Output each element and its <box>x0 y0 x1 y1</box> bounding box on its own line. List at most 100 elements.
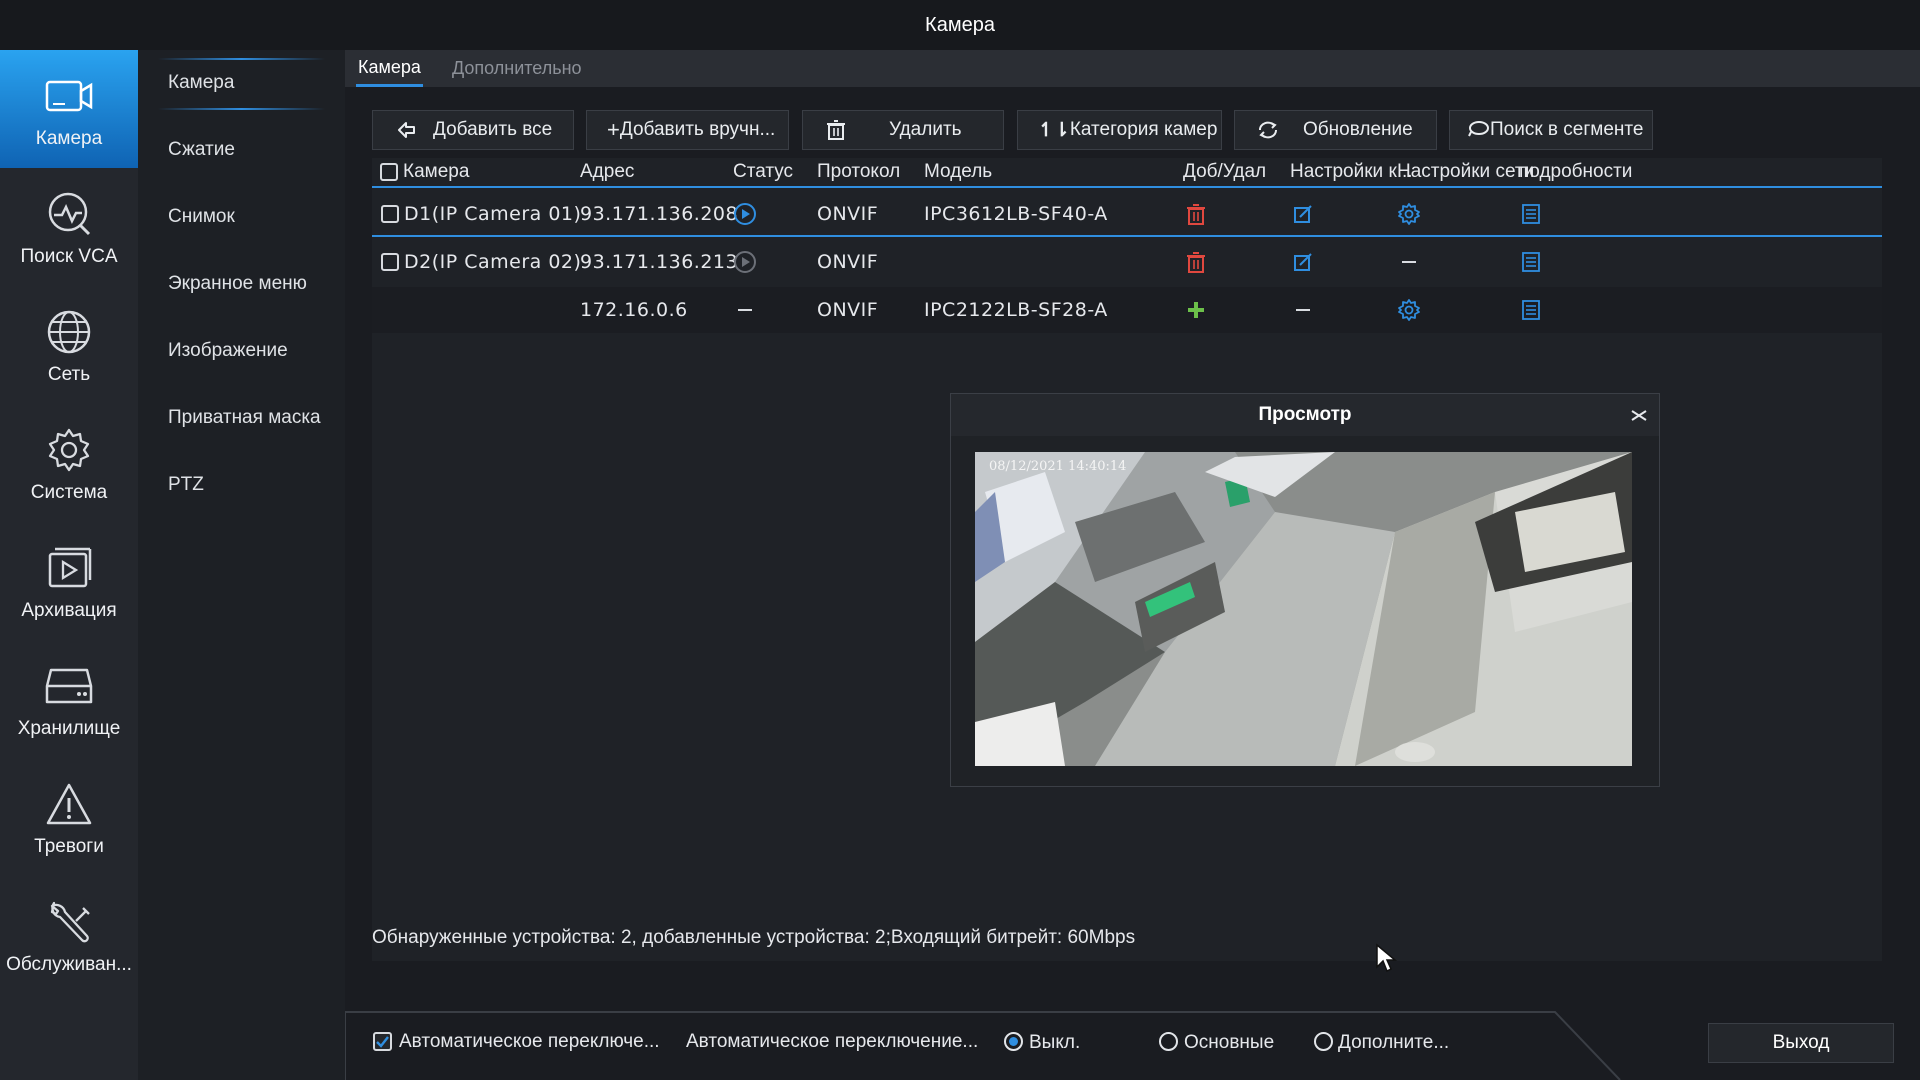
exit-button[interactable]: Выход <box>1708 1023 1894 1063</box>
add-manual-label: Добавить вручн... <box>619 119 776 140</box>
trash-icon <box>823 119 849 141</box>
tab-advanced[interactable]: Дополнительно <box>452 50 582 87</box>
nav-item-camera[interactable]: Камера <box>0 50 138 168</box>
nav-label: Сеть <box>47 364 91 385</box>
add-all-button[interactable]: Добавить все <box>372 110 574 150</box>
edit-icon[interactable] <box>1291 202 1315 226</box>
details-list-icon[interactable] <box>1519 298 1543 322</box>
checkmark-icon <box>376 1036 389 1048</box>
col-camera-settings[interactable]: Настройки к... <box>1290 161 1413 183</box>
empty-network-dash <box>1402 261 1416 263</box>
table-row[interactable]: D2(IP Camera 02) 93.171.136.213 ONVIF <box>372 239 1882 285</box>
add-all-icon <box>393 119 419 141</box>
details-list-icon[interactable] <box>1519 250 1543 274</box>
nav-item-maintenance[interactable]: Обслуживан... <box>0 876 138 994</box>
radio-off[interactable] <box>1004 1032 1023 1051</box>
col-details[interactable]: подробности <box>1519 161 1632 183</box>
search-icon <box>1468 120 1490 140</box>
table-header: Камера Адрес Статус Протокол Модель Доб/… <box>372 158 1882 188</box>
main-content: Камера Дополнительно Добавить все + Доба… <box>345 50 1920 1080</box>
cell-camera: D1(IP Camera 01) <box>404 203 582 225</box>
subnav-item-ptz[interactable]: PTZ <box>138 452 345 518</box>
add-device-plus-icon[interactable] <box>1184 298 1208 322</box>
play-status-offline-icon[interactable] <box>733 250 757 274</box>
nav-item-system[interactable]: Система <box>0 404 138 522</box>
auto-switch-checkbox[interactable] <box>373 1032 392 1051</box>
mouse-cursor-icon <box>1376 943 1397 973</box>
col-camera[interactable]: Камера <box>403 161 469 183</box>
gear-icon <box>43 426 95 474</box>
col-network-settings[interactable]: Настройки сети <box>1397 161 1534 183</box>
col-status[interactable]: Статус <box>733 161 793 183</box>
osd-timestamp: 08/12/2021 14:40:14 <box>989 459 1127 474</box>
radio-main[interactable] <box>1159 1032 1178 1051</box>
camera-category-button[interactable]: ↿⇂ Категория камер <box>1017 110 1222 150</box>
nav-item-alarms[interactable]: Тревоги <box>0 758 138 876</box>
radio-extra[interactable] <box>1314 1032 1333 1051</box>
window-title: Камера <box>0 0 1920 50</box>
sub-nav: Камера Сжатие Снимок Экранное меню Изобр… <box>138 50 345 1080</box>
delete-row-icon[interactable] <box>1184 202 1208 226</box>
nav-label: Камера <box>35 128 103 149</box>
refresh-label: Обновление <box>1303 119 1413 140</box>
cell-model: IPC3612LB-SF40-A <box>924 203 1108 225</box>
delete-button[interactable]: Удалить <box>802 110 1004 150</box>
subnav-item-osd[interactable]: Экранное меню <box>138 251 345 317</box>
cell-address: 172.16.0.6 <box>580 299 688 321</box>
subnav-item-compression[interactable]: Сжатие <box>138 117 345 183</box>
edit-icon[interactable] <box>1291 250 1315 274</box>
nav-item-storage[interactable]: Хранилище <box>0 640 138 758</box>
auto-switch-label: Автоматическое переключение... <box>686 1031 979 1052</box>
cell-protocol: ONVIF <box>817 203 879 225</box>
radio-main-label: Основные <box>1184 1032 1275 1053</box>
empty-status-dash <box>738 309 752 311</box>
col-add-delete[interactable]: Доб/Удал <box>1183 161 1266 183</box>
empty-camera-settings-dash <box>1296 309 1310 311</box>
network-gear-icon[interactable] <box>1397 202 1421 226</box>
select-all-checkbox[interactable] <box>380 163 398 181</box>
close-icon[interactable] <box>1629 405 1649 425</box>
col-model[interactable]: Модель <box>924 161 992 183</box>
device-status-text: Обнаруженные устройства: 2, добавленные … <box>372 927 1136 948</box>
col-address[interactable]: Адрес <box>580 161 634 183</box>
camera-category-label: Категория камер <box>1069 119 1218 140</box>
nav-item-archive[interactable]: Архивация <box>0 522 138 640</box>
add-manual-button[interactable]: + Добавить вручн... <box>586 110 789 150</box>
radio-off-label: Выкл. <box>1029 1032 1081 1053</box>
preview-scene <box>975 452 1632 766</box>
subnav-item-privacy-mask[interactable]: Приватная маска <box>138 385 345 451</box>
row-checkbox[interactable] <box>381 205 399 223</box>
search-segment-button[interactable]: Поиск в сегменте <box>1449 110 1653 150</box>
col-protocol[interactable]: Протокол <box>817 161 900 183</box>
cell-protocol: ONVIF <box>817 299 879 321</box>
subnav-item-image[interactable]: Изображение <box>138 318 345 384</box>
storage-icon <box>43 662 95 710</box>
globe-icon <box>43 308 95 356</box>
add-all-label: Добавить все <box>433 119 553 140</box>
refresh-button[interactable]: Обновление <box>1234 110 1437 150</box>
nav-label: Хранилище <box>17 718 121 739</box>
playback-icon <box>43 544 95 592</box>
row-checkbox[interactable] <box>381 253 399 271</box>
delete-row-icon[interactable] <box>1184 250 1208 274</box>
nav-item-network[interactable]: Сеть <box>0 286 138 404</box>
vca-search-icon <box>43 190 95 238</box>
subnav-item-snapshot[interactable]: Снимок <box>138 184 345 250</box>
table-row[interactable]: 172.16.0.6 ONVIF IPC2122LB-SF28-A <box>372 287 1882 333</box>
subnav-item-camera[interactable]: Камера <box>138 50 345 116</box>
preview-dialog: Просмотр 08/12/2021 14:40:14 <box>950 393 1660 787</box>
play-status-online-icon[interactable] <box>733 202 757 226</box>
details-list-icon[interactable] <box>1519 202 1543 226</box>
cell-protocol: ONVIF <box>817 251 879 273</box>
nav-label: Система <box>30 482 108 503</box>
tab-bar: Камера Дополнительно <box>345 50 1920 87</box>
table-row[interactable]: D1(IP Camera 01) 93.171.136.208 ONVIF IP… <box>372 191 1882 237</box>
nav-item-vca-search[interactable]: Поиск VCA <box>0 168 138 286</box>
search-segment-label: Поиск в сегменте <box>1490 119 1644 140</box>
delete-label: Удалить <box>889 119 962 140</box>
cell-model: IPC2122LB-SF28-A <box>924 299 1108 321</box>
tab-camera[interactable]: Камера <box>356 50 423 87</box>
network-gear-icon[interactable] <box>1397 298 1421 322</box>
plus-icon: + <box>607 117 620 142</box>
camera-icon <box>43 72 95 120</box>
